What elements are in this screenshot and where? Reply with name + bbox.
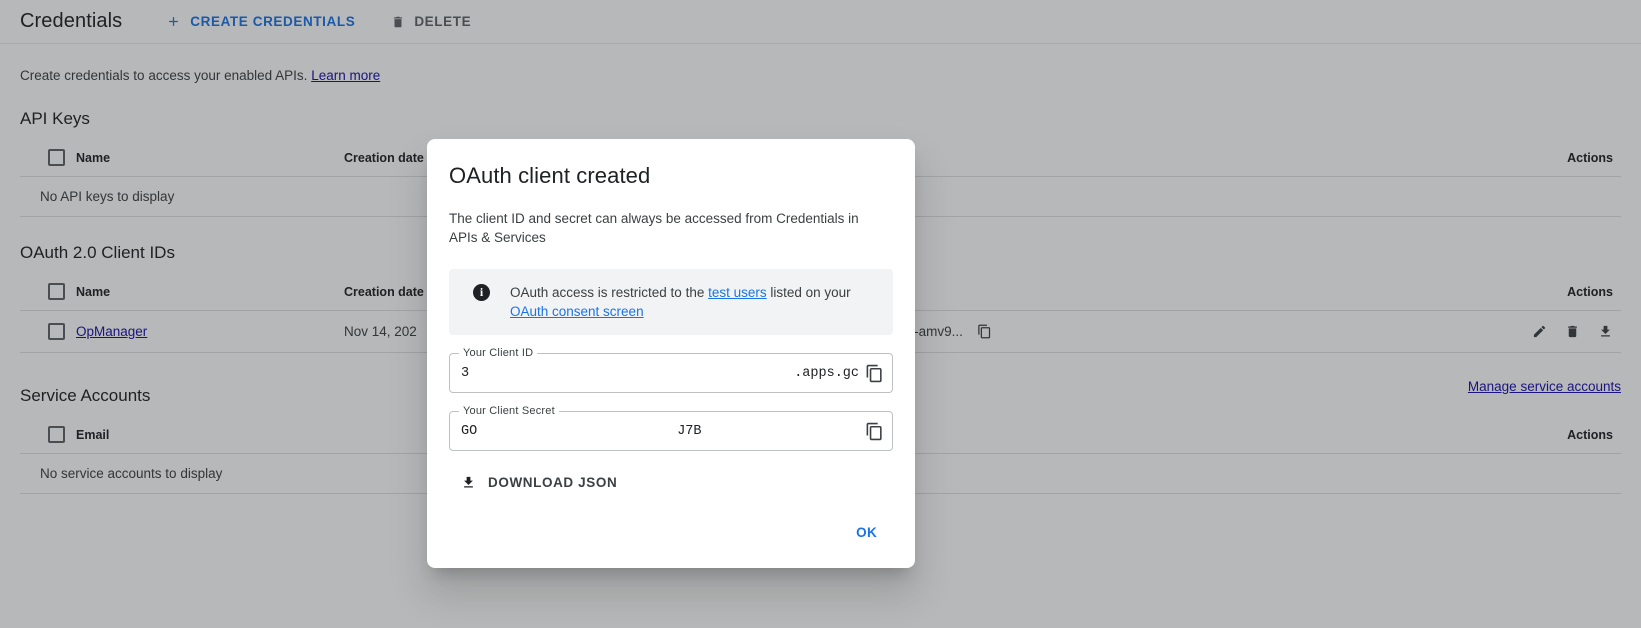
copy-icon[interactable]	[865, 364, 884, 383]
ok-button[interactable]: OK	[846, 517, 887, 548]
client-id-value-end: .apps.gc	[794, 365, 859, 381]
download-json-button[interactable]: DOWNLOAD JSON	[449, 475, 617, 490]
info-icon: i	[473, 284, 490, 301]
dialog-description: The client ID and secret can always be a…	[449, 211, 859, 245]
oauth-restriction-notice: i OAuth access is restricted to the test…	[449, 269, 893, 335]
notice-text: OAuth access is restricted to the test u…	[510, 283, 877, 321]
download-json-label: DOWNLOAD JSON	[488, 475, 618, 490]
notice-middle: listed on your	[766, 285, 851, 300]
client-id-field[interactable]: Your Client ID 3 .apps.gc	[449, 347, 893, 393]
oauth-client-created-dialog: OAuth client created The client ID and s…	[427, 139, 915, 568]
client-secret-value-start: GO	[461, 423, 478, 439]
oauth-consent-screen-link[interactable]: OAuth consent screen	[510, 304, 644, 319]
client-secret-value: GO J7B	[461, 424, 859, 439]
copy-icon[interactable]	[865, 422, 884, 441]
client-id-value-start: 3	[461, 365, 470, 381]
client-id-value: 3 .apps.gc	[461, 366, 859, 381]
client-secret-label: Your Client Secret	[459, 405, 559, 417]
notice-prefix: OAuth access is restricted to the	[510, 285, 709, 300]
dialog-title: OAuth client created	[449, 163, 651, 188]
client-secret-value-end: J7B	[677, 423, 702, 439]
download-icon	[461, 475, 476, 490]
test-users-link[interactable]: test users	[708, 285, 767, 300]
screen: Credentials CREATE CREDENTIALS DELETE Cr…	[0, 0, 1641, 628]
client-id-label: Your Client ID	[459, 347, 538, 359]
client-secret-field[interactable]: Your Client Secret GO J7B	[449, 405, 893, 451]
